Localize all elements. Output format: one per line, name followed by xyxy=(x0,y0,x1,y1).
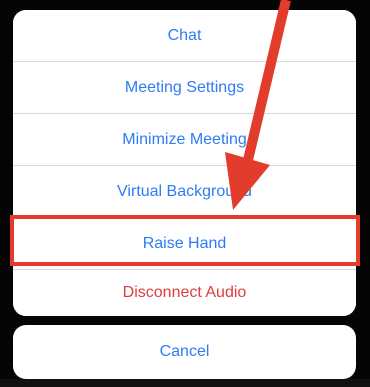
action-sheet: Chat Meeting Settings Minimize Meeting V… xyxy=(13,10,356,316)
cancel-button[interactable]: Cancel xyxy=(13,325,356,379)
meeting-settings-button[interactable]: Meeting Settings xyxy=(13,62,356,113)
raise-hand-button[interactable]: Raise Hand xyxy=(13,218,356,269)
chat-button[interactable]: Chat xyxy=(13,10,356,61)
virtual-background-button[interactable]: Virtual Background xyxy=(13,166,356,217)
minimize-meeting-button[interactable]: Minimize Meeting xyxy=(13,114,356,165)
meeting-toolbar-strip xyxy=(0,379,370,387)
disconnect-audio-button[interactable]: Disconnect Audio xyxy=(13,270,356,316)
